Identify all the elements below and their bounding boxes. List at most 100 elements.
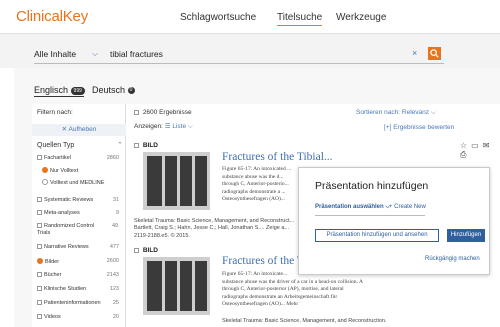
snippet-line: through C, Anterior-posterior (AP), mort…: [222, 286, 344, 293]
filter-title: Filtern nach:: [37, 109, 73, 116]
results-count: 2600 Ergebnisse: [134, 109, 192, 116]
search-button[interactable]: [428, 47, 441, 60]
filter-label: Videos: [44, 314, 61, 320]
search-input[interactable]: tibial fractures: [110, 49, 163, 59]
result-1-title[interactable]: Fractures of the Tibial...: [222, 151, 333, 163]
presentation-icon[interactable]: ▭: [471, 141, 483, 150]
checkbox[interactable]: [37, 286, 42, 291]
result-checkbox[interactable]: [134, 143, 139, 148]
checkbox[interactable]: [37, 210, 42, 215]
filter-label: Nur Volltext: [50, 168, 79, 174]
filter-label: Bücher: [44, 272, 62, 278]
nav-werkzeuge[interactable]: Werkzeuge: [336, 12, 386, 23]
result-actions: ☆▭✉ ⎙: [460, 141, 500, 160]
filter-label: Randomized Control Trials: [37, 223, 95, 236]
meta-line: 2119-2188.e5. © 2015.: [134, 232, 190, 239]
sort-dropdown[interactable]: Sortieren nach: Relevanz ⌵: [356, 109, 436, 117]
print-icon[interactable]: ⎙: [460, 150, 470, 159]
add-button[interactable]: Hinzufügen: [447, 229, 485, 242]
filter-label: Narrative Reviews: [44, 244, 89, 250]
view-selector[interactable]: Anzeigen: ☰ Liste ⌵: [134, 122, 193, 131]
result-2-thumbnail[interactable]: [143, 257, 210, 315]
english-count-badge: 999: [70, 86, 85, 95]
chevron-down-icon[interactable]: ⌵: [92, 49, 98, 59]
chevron-up-icon: ⌃: [117, 142, 123, 149]
snippet-line: Osteosynthesefragen (AO)... Mehr: [222, 301, 299, 308]
star-icon[interactable]: ☆: [460, 141, 471, 150]
filter-fachartikel[interactable]: Fachartikel 2860: [37, 155, 123, 162]
filter-label: Meta-analyses: [44, 210, 80, 216]
select-all-checkbox[interactable]: [134, 110, 139, 115]
filter-volltext-medline[interactable]: Volltext und MEDLINE: [42, 179, 128, 187]
chevron-down-icon: ⌵: [187, 123, 193, 130]
scope-select[interactable]: Alle Inhalte: [34, 49, 76, 59]
search-bar: Alle Inhalte ⌵ tibial fractures ×: [0, 34, 500, 68]
create-new-link[interactable]: + Create New: [389, 204, 426, 210]
result-2-tag: BILD: [134, 247, 158, 254]
checkbox[interactable]: [37, 223, 42, 228]
sort-label: Sortieren nach: Relevanz: [356, 109, 429, 116]
add-presentation-dialog: Präsentation hinzufügen Präsentation aus…: [298, 167, 490, 275]
filter-meta-analyses[interactable]: Meta-analyses 9: [37, 210, 123, 217]
xray-panel: [195, 156, 207, 206]
filter-label: Patienteninformationen: [44, 300, 101, 306]
radio-button[interactable]: [42, 167, 48, 173]
radio-button[interactable]: [42, 179, 48, 185]
filter-count: 25: [112, 300, 119, 306]
add-and-view-button[interactable]: Präsentation hinzufügen und ansehen: [315, 229, 439, 242]
clear-search-icon[interactable]: ×: [412, 48, 417, 58]
result-type-label: BILD: [142, 142, 158, 149]
filter-klinische-studien[interactable]: Klinische Studien 123: [37, 286, 123, 293]
source-type-heading[interactable]: Quellen Typ ⌃: [37, 142, 123, 149]
search-icon: [430, 49, 439, 58]
search-underline: [34, 63, 444, 64]
filter-nur-volltext[interactable]: Nur Volltext: [42, 167, 128, 175]
filter-sidebar: Filtern nach: ✕ Aufheben Quellen Typ ⌃ F…: [32, 104, 126, 327]
meta-line: Skeletal Trauma: Basic Science, Manageme…: [134, 218, 295, 224]
result-1-tag: BILD: [134, 142, 158, 149]
results-count-label: 2600 Ergebnisse: [142, 109, 192, 116]
checkbox[interactable]: [37, 197, 42, 202]
filter-label: Bilder: [45, 259, 60, 265]
list-icon: ☰: [164, 123, 171, 130]
filter-count: 2143: [106, 272, 119, 278]
checkbox[interactable]: [37, 314, 42, 319]
filter-count: 31: [112, 197, 119, 203]
filter-videos[interactable]: Videos 20: [37, 314, 123, 321]
select-underline: [315, 215, 425, 216]
filter-rct[interactable]: Randomized Control Trials: [37, 223, 99, 237]
clinicalkey-logo[interactable]: ClinicalKey: [16, 8, 88, 25]
checkbox[interactable]: [37, 300, 42, 305]
tab-englisch[interactable]: Englisch 999: [34, 85, 85, 95]
reset-filters-button[interactable]: ✕ Aufheben: [32, 124, 126, 136]
top-bar: ClinicalKey Schlagwortsuche Titelsuche W…: [0, 0, 500, 34]
nav-titelsuche[interactable]: Titelsuche: [277, 12, 323, 26]
filter-narrative-reviews[interactable]: Narrative Reviews 477: [37, 244, 123, 251]
checkbox[interactable]: [37, 244, 42, 249]
active-tab-indicator: [34, 96, 84, 97]
result-checkbox[interactable]: [134, 248, 139, 253]
filter-systematic-reviews[interactable]: Systematic Reviews 31: [37, 197, 123, 204]
presentation-select-label: Präsentation auswählen: [315, 204, 384, 210]
nav-schlagwortsuche[interactable]: Schlagwortsuche: [180, 12, 256, 23]
email-icon[interactable]: ✉: [483, 141, 494, 150]
meta-line: Bartlett, Craig S.; Hahn, Jesse C.; Hall…: [134, 225, 289, 232]
rate-results-link[interactable]: [+] Ergebnisse bewerten: [384, 124, 454, 131]
chevron-down-icon: ⌵: [430, 109, 436, 116]
filter-buecher[interactable]: Bücher 2143: [37, 272, 123, 279]
checkbox[interactable]: [37, 272, 42, 277]
filter-bilder[interactable]: Bilder 2600: [37, 258, 123, 266]
undo-link[interactable]: Rückgängig machen: [425, 256, 480, 262]
radio-button[interactable]: [37, 258, 43, 264]
tab-englisch-label: Englisch: [34, 85, 69, 95]
filter-label: Klinische Studien: [44, 286, 87, 292]
filter-label: Volltext und MEDLINE: [50, 180, 105, 186]
xray-panel: [165, 156, 177, 206]
checkbox[interactable]: [37, 155, 42, 160]
tab-deutsch[interactable]: Deutsch 0: [92, 85, 135, 95]
result-1-thumbnail[interactable]: [143, 152, 210, 210]
meta-line: Skeletal Trauma: Basic Science, Manageme…: [222, 318, 387, 324]
filter-patienteninformationen[interactable]: Patienteninformationen 25: [37, 300, 123, 307]
filter-count: 123: [109, 286, 119, 292]
presentation-select[interactable]: Präsentation auswählen ⌵: [315, 204, 390, 211]
